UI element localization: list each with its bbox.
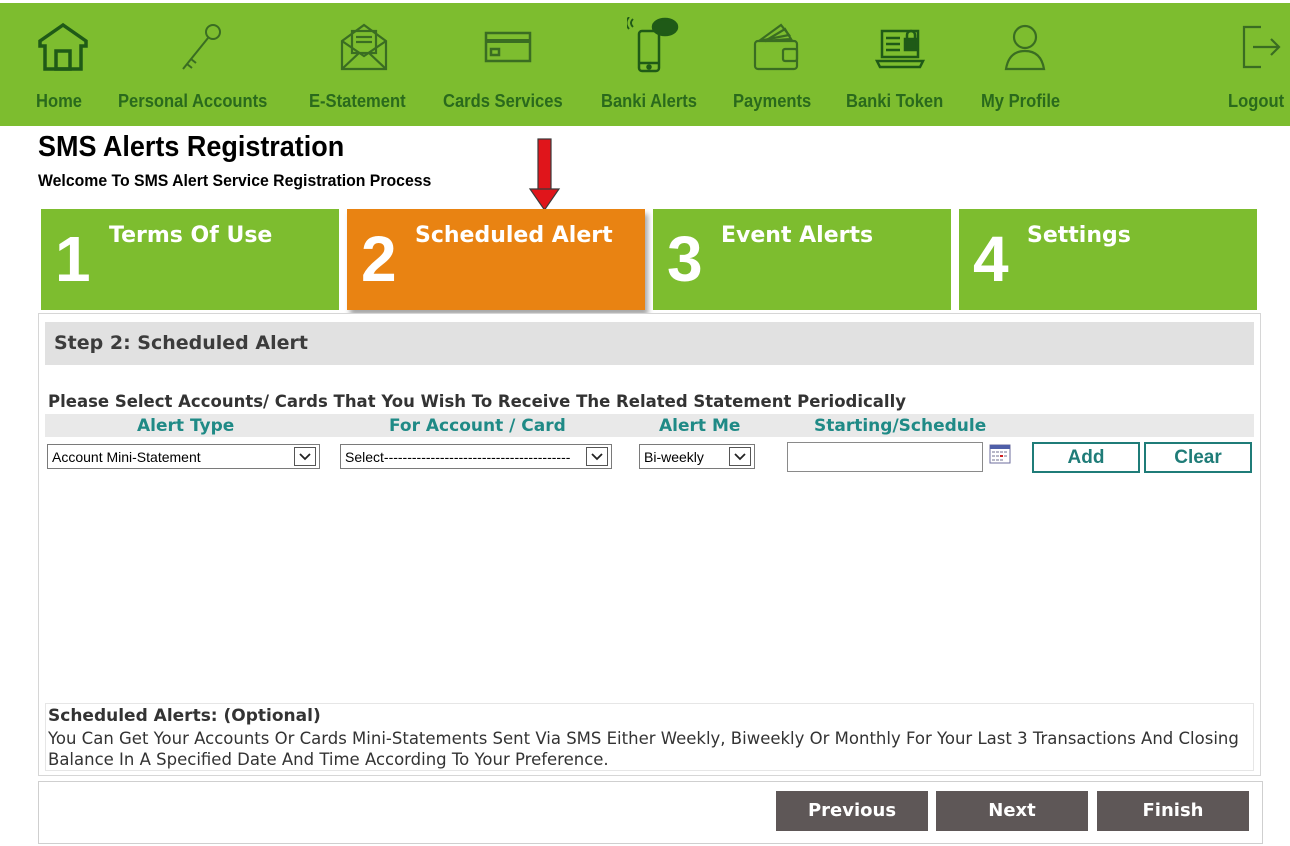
nav-home[interactable]: Home <box>36 3 96 126</box>
wizard-footer: Previous Next Finish <box>38 781 1263 844</box>
nav-label: E-Statement <box>309 91 406 111</box>
account-value: Select----------------------------------… <box>345 449 571 465</box>
key-icon <box>182 24 221 70</box>
nav-label: Banki Token <box>846 91 944 111</box>
step-settings[interactable]: 4 Settings <box>959 209 1257 310</box>
note-title: Scheduled Alerts: (Optional) <box>48 706 321 726</box>
chevron-down-icon[interactable] <box>294 447 316 466</box>
next-button[interactable]: Next <box>936 791 1088 831</box>
column-header-starting: Starting/Schedule <box>814 416 987 436</box>
top-navigation: Home Personal Accounts E-Statement Cards… <box>0 3 1290 126</box>
nav-cards-services[interactable]: Cards Services <box>443 3 583 126</box>
note-text: You Can Get Your Accounts Or Cards Mini-… <box>48 729 1239 769</box>
nav-e-statement[interactable]: E-Statement <box>309 3 421 126</box>
chevron-down-icon[interactable] <box>729 447 751 466</box>
card-icon <box>484 31 532 63</box>
page-title: SMS Alerts Registration <box>38 131 345 163</box>
step-number: 3 <box>667 223 703 295</box>
scheduled-alerts-note: Scheduled Alerts: (Optional) You Can Get… <box>45 703 1254 771</box>
nav-label: Logout <box>1228 91 1285 111</box>
page-subtitle: Welcome To SMS Alert Service Registratio… <box>38 171 432 190</box>
step-number: 4 <box>973 223 1009 295</box>
clear-button[interactable]: Clear <box>1144 442 1252 473</box>
alert-me-select[interactable]: Bi-weekly <box>639 444 755 469</box>
column-header-account: For Account / Card <box>389 416 566 436</box>
step-event-alerts[interactable]: 3 Event Alerts <box>653 209 951 310</box>
step-label: Settings <box>1027 223 1131 248</box>
nav-banki-token[interactable]: Banki Token <box>846 3 961 126</box>
alert-me-value: Bi-weekly <box>644 449 704 465</box>
laptop-lock-icon <box>874 29 926 69</box>
alert-type-select[interactable]: Account Mini-Statement <box>47 444 320 469</box>
nav-label: Cards Services <box>443 91 563 111</box>
nav-payments[interactable]: Payments <box>733 3 825 126</box>
column-header-alert-me: Alert Me <box>659 416 741 436</box>
envelope-icon <box>340 23 388 71</box>
chevron-down-icon[interactable] <box>586 447 608 466</box>
nav-personal-accounts[interactable]: Personal Accounts <box>118 3 288 126</box>
nav-my-profile[interactable]: My Profile <box>981 3 1076 126</box>
nav-banki-alerts[interactable]: Banki Alerts <box>601 3 713 126</box>
step-number: 1 <box>55 223 91 295</box>
nav-label: Banki Alerts <box>601 91 698 111</box>
nav-label: Home <box>36 91 83 111</box>
home-icon <box>38 22 88 71</box>
account-select[interactable]: Select----------------------------------… <box>340 444 612 469</box>
step-label: Event Alerts <box>721 223 874 248</box>
scheduled-alert-panel: Step 2: Scheduled Alert Please Select Ac… <box>38 313 1261 776</box>
step-terms-of-use[interactable]: 1 Terms Of Use <box>41 209 339 310</box>
nav-label: Personal Accounts <box>118 91 268 111</box>
logout-icon <box>1242 25 1281 69</box>
step-label: Scheduled Alert <box>415 223 613 248</box>
starting-schedule-input[interactable] <box>787 442 983 472</box>
calendar-icon[interactable] <box>989 443 1011 465</box>
user-icon <box>1004 24 1046 71</box>
step-header: Step 2: Scheduled Alert <box>45 322 1254 365</box>
instruction-text: Please Select Accounts/ Cards That You W… <box>48 392 906 411</box>
nav-label: My Profile <box>981 91 1061 111</box>
pointer-arrow-icon <box>528 138 561 212</box>
nav-label: Payments <box>733 91 812 111</box>
step-number: 2 <box>361 223 397 295</box>
column-header-alert-type: Alert Type <box>137 416 235 436</box>
column-headers: Alert Type For Account / Card Alert Me S… <box>45 414 1254 437</box>
previous-button[interactable]: Previous <box>776 791 928 831</box>
phone-sms-icon <box>627 17 679 73</box>
add-button[interactable]: Add <box>1032 442 1140 473</box>
wallet-icon <box>753 23 799 71</box>
finish-button[interactable]: Finish <box>1097 791 1249 831</box>
step-title: Step 2: Scheduled Alert <box>54 332 308 354</box>
alert-type-value: Account Mini-Statement <box>52 449 201 465</box>
nav-logout[interactable]: Logout <box>1227 3 1290 126</box>
step-label: Terms Of Use <box>109 223 273 248</box>
step-scheduled-alert[interactable]: 2 Scheduled Alert <box>347 209 645 310</box>
